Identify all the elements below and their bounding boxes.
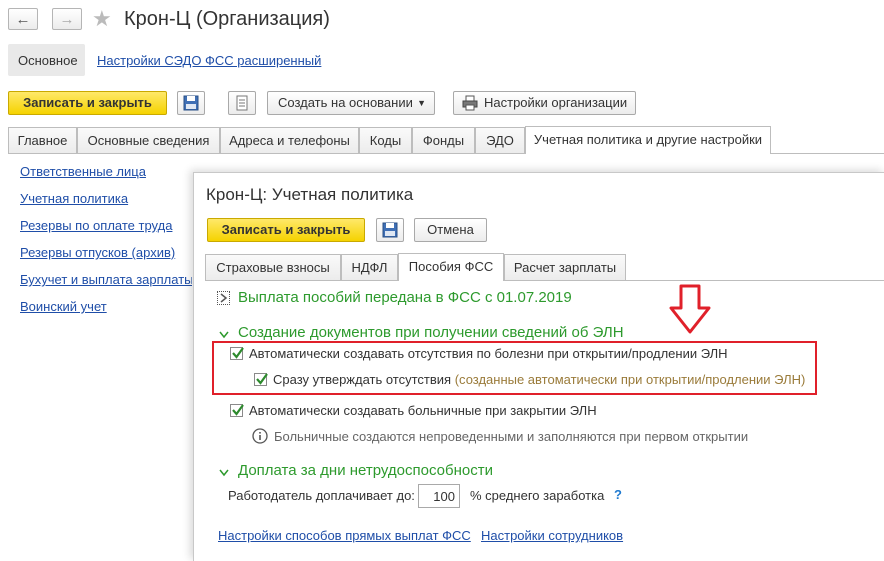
window-title: Крон-Ц (Организация)	[124, 8, 330, 30]
section1-expand-toggle[interactable]	[217, 291, 230, 305]
employer-surcharge-suffix: % среднего заработка	[470, 488, 605, 503]
dialog-tabs-divider	[205, 280, 884, 281]
employer-surcharge-label: Работодатель доплачивает до:	[228, 488, 415, 503]
section-fss-transfer[interactable]: Выплата пособий передана в ФСС с 01.07.2…	[238, 289, 572, 306]
section-sick-surcharge[interactable]: Доплата за дни нетрудоспособности	[238, 462, 493, 479]
print-report-button[interactable]	[228, 91, 256, 115]
approve-absence-checkbox[interactable]	[254, 373, 268, 386]
favorite-star-icon[interactable]: ★	[92, 6, 112, 32]
arrow-left-icon: ←	[15, 11, 31, 28]
org-settings-label: Настройки организации	[484, 95, 628, 110]
nav-main-label: Основное	[18, 53, 78, 68]
org-settings-button[interactable]: Настройки организации	[453, 91, 636, 115]
nav-main[interactable]: Основное	[8, 44, 85, 76]
printer-icon	[462, 95, 478, 111]
sidebar-item-responsible[interactable]: Ответственные лица	[20, 164, 146, 179]
tab-accounting-policy[interactable]: Учетная политика и другие настройки	[525, 126, 771, 154]
help-icon[interactable]: ?	[614, 487, 622, 502]
sedo-settings-link[interactable]: Настройки СЭДО ФСС расширенный	[97, 53, 321, 68]
tab-edo[interactable]: ЭДО	[475, 127, 525, 153]
dialog-title: Крон-Ц: Учетная политика	[206, 185, 414, 204]
sidebar-item-accounting[interactable]: Бухучет и выплата зарплаты	[20, 272, 192, 287]
auto-absence-checkbox[interactable]	[230, 347, 244, 360]
approve-absence-label: Сразу утверждать отсутствия (созданные а…	[273, 372, 805, 387]
tab-payroll[interactable]: Расчет зарплаты	[504, 254, 626, 280]
sidebar-item-policy[interactable]: Учетная политика	[20, 191, 128, 206]
auto-absence-label: Автоматически создавать отсутствия по бо…	[249, 346, 728, 361]
dialog-save-button[interactable]	[376, 218, 404, 242]
tab-addresses[interactable]: Адреса и телефоны	[220, 127, 359, 153]
section-eln-documents[interactable]: Создание документов при получении сведен…	[238, 324, 624, 341]
floppy-icon	[382, 222, 398, 238]
tab-codes[interactable]: Коды	[359, 127, 412, 153]
sidebar-item-military[interactable]: Воинский учет	[20, 299, 107, 314]
tab-basic-info[interactable]: Основные сведения	[77, 127, 220, 153]
tab-ndfl[interactable]: НДФЛ	[341, 254, 398, 280]
sidebar-item-vacation-reserves[interactable]: Резервы отпусков (архив)	[20, 245, 175, 260]
arrow-down-annotation-icon	[669, 284, 711, 334]
tab-main[interactable]: Главное	[8, 127, 77, 153]
create-based-button[interactable]: Создать на основании ▼	[267, 91, 435, 115]
sidebar-item-payroll-reserves[interactable]: Резервы по оплате труда	[20, 218, 172, 233]
approve-absence-note: (созданные автоматически при открытии/пр…	[454, 372, 806, 387]
fss-payments-settings-link[interactable]: Настройки способов прямых выплат ФСС	[218, 528, 471, 543]
tab-fss-benefits[interactable]: Пособия ФСС	[398, 253, 504, 281]
checkmark-icon	[256, 373, 268, 385]
arrow-right-icon: →	[59, 11, 75, 28]
info-icon	[252, 428, 268, 444]
create-based-label: Создать на основании	[278, 95, 413, 110]
employees-settings-link[interactable]: Настройки сотрудников	[481, 528, 623, 543]
dropdown-arrow-icon: ▼	[417, 98, 426, 108]
sick-info-text: Больничные создаются непроведенными и за…	[274, 429, 749, 444]
employer-percent-value: 100	[433, 489, 455, 504]
checkmark-icon	[232, 404, 244, 416]
employer-percent-input[interactable]: 100	[418, 484, 460, 508]
back-button[interactable]: ←	[8, 8, 38, 30]
floppy-icon	[183, 95, 199, 111]
dialog-save-close-button[interactable]: Записать и закрыть	[207, 218, 365, 242]
save-button[interactable]	[177, 91, 205, 115]
save-close-button[interactable]: Записать и закрыть	[8, 91, 167, 115]
dialog-cancel-button[interactable]: Отмена	[414, 218, 487, 242]
chevron-down-icon[interactable]	[218, 468, 230, 478]
auto-sick-checkbox[interactable]	[230, 404, 244, 417]
tab-insurance[interactable]: Страховые взносы	[205, 254, 341, 280]
checkmark-icon	[232, 347, 244, 359]
tab-funds[interactable]: Фонды	[412, 127, 475, 153]
forward-button[interactable]: →	[52, 8, 82, 30]
chevron-right-icon	[220, 293, 228, 303]
approve-absence-text: Сразу утверждать отсутствия	[273, 372, 452, 387]
auto-sick-label: Автоматически создавать больничные при з…	[249, 403, 597, 418]
document-list-icon	[236, 95, 248, 111]
chevron-down-icon[interactable]	[218, 330, 230, 340]
